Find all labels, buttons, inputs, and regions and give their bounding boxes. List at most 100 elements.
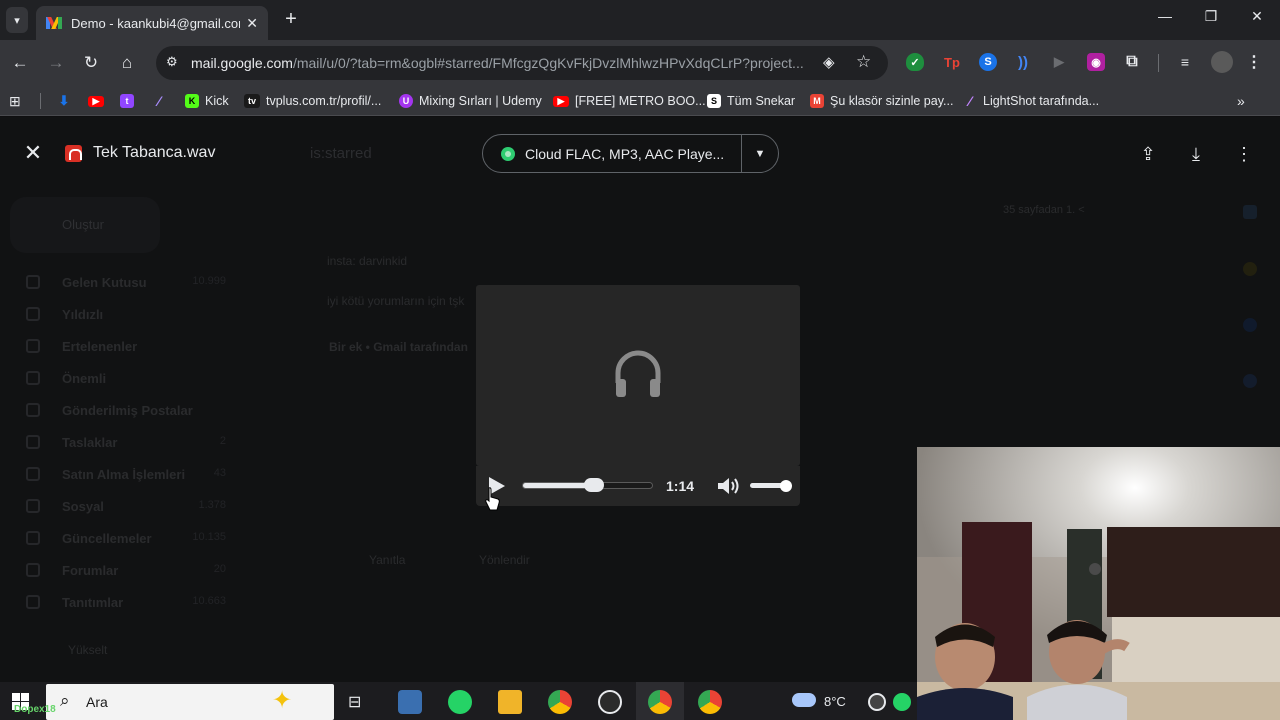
files-app-icon[interactable] xyxy=(398,690,422,714)
back-icon[interactable]: ← xyxy=(9,52,31,74)
snekar-icon: S xyxy=(707,94,721,108)
close-window-icon[interactable]: ✕ xyxy=(1245,8,1269,25)
mouse-cursor-icon xyxy=(485,487,500,511)
chrome-menu-icon[interactable]: ⋮ xyxy=(1245,53,1263,71)
bookmark-snekar[interactable]: S Tüm Snekar xyxy=(707,92,795,110)
streamer-watermark: Dopex18 xyxy=(14,704,56,715)
sidebar-item: Gelen Kutusu 10.999 xyxy=(62,275,226,290)
sidebar-item-icon xyxy=(26,435,40,449)
open-with-button[interactable]: Cloud FLAC, MP3, AAC Playe... ▼ xyxy=(482,134,779,173)
tp-extension-icon[interactable]: Tp xyxy=(943,53,961,71)
media-control-icon[interactable]: ≡ xyxy=(1176,53,1194,71)
sidebar-item: Tanıtımlar 10.663 xyxy=(62,595,226,610)
bookmark-star-icon[interactable]: ☆ xyxy=(856,52,871,72)
volume-icon[interactable] xyxy=(717,476,741,496)
more-bookmarks-icon[interactable]: » xyxy=(1237,92,1245,110)
chrome-active-icon[interactable] xyxy=(648,690,672,714)
volume-thumb[interactable] xyxy=(780,480,792,492)
sparkle-icon: ✦ xyxy=(272,687,293,714)
new-tab-button[interactable]: + xyxy=(280,8,302,30)
bookmark-twitch[interactable]: t xyxy=(120,92,140,110)
bookmark-label: Şu klasör sizinle pay... xyxy=(830,94,954,108)
download-icon[interactable]: ⤓ xyxy=(1184,142,1208,166)
sidebar-item-label: Sosyal xyxy=(62,499,104,514)
webcam-overlay xyxy=(917,447,1280,720)
bookmark-udemy[interactable]: U Mixing Sırları | Udemy xyxy=(399,92,542,110)
bookmark-feather[interactable]: ⁄ xyxy=(152,92,172,110)
seek-thumb[interactable] xyxy=(584,478,604,492)
bookmark-kick[interactable]: K Kick xyxy=(185,92,229,110)
forward-button: Yönlendir xyxy=(479,553,530,567)
bookmark-lightshot[interactable]: ⁄ LightShot tarafında... xyxy=(963,92,1099,110)
chrome-profile-icon[interactable] xyxy=(698,690,722,714)
bookmark-label: LightShot tarafında... xyxy=(983,94,1100,108)
audio-extension-icon[interactable]: )) xyxy=(1014,53,1032,71)
taskbar: ⌕ Ara ✦ ⊟ 8°C xyxy=(0,682,917,720)
youtube-icon: ▶ xyxy=(553,95,569,107)
address-bar[interactable]: ⚙ mail.google.com/mail/u/0/?tab=rm&ogbl#… xyxy=(156,46,888,80)
lens-icon[interactable]: ◈ xyxy=(823,53,835,71)
shield-extension-icon[interactable]: ✓ xyxy=(906,53,924,71)
close-viewer-icon[interactable]: ✕ xyxy=(22,142,44,164)
email-snippet: iyi kötü yorumların için tşk xyxy=(327,294,465,308)
sidebar-item-count: 20 xyxy=(213,563,226,575)
obs-icon[interactable] xyxy=(598,690,622,714)
tab-search-button[interactable]: ▾ xyxy=(6,7,28,33)
audio-player xyxy=(476,285,800,466)
sidebar-item-label: Taslaklar xyxy=(62,435,118,450)
bookmark-label: Tüm Snekar xyxy=(727,94,796,108)
add-to-drive-icon[interactable]: ⇪ xyxy=(1136,142,1160,166)
site-info-icon[interactable]: ⚙ xyxy=(166,54,178,70)
restore-icon[interactable]: ❐ xyxy=(1199,8,1223,25)
sidebar-item: Taslaklar 2 xyxy=(62,435,226,450)
chevron-down-icon[interactable]: ▼ xyxy=(742,148,778,160)
purple-extension-icon[interactable]: ◉ xyxy=(1087,53,1105,71)
file-explorer-icon[interactable] xyxy=(498,690,522,714)
shazam-extension-icon[interactable]: S xyxy=(979,53,997,71)
more-options-icon[interactable]: ⋮ xyxy=(1232,142,1256,166)
sidebar-item-count: 43 xyxy=(213,467,226,479)
sidebar-item-label: Yıldızlı xyxy=(62,307,104,322)
url-text[interactable]: mail.google.com/mail/u/0/?tab=rm&ogbl#st… xyxy=(191,55,816,71)
keep-icon xyxy=(1243,262,1257,276)
apps-grid-icon[interactable]: ⊞ xyxy=(9,92,21,110)
bookmark-tvplus[interactable]: tv tvplus.com.tr/profil/... xyxy=(244,92,381,110)
gmail-icon xyxy=(46,17,62,29)
screen: ▾ Demo - kaankubi4@gmail.com ✕ + — ❐ ✕ ←… xyxy=(0,0,1280,720)
sidebar-item-icon xyxy=(26,467,40,481)
tray-whatsapp-icon[interactable] xyxy=(893,693,911,711)
home-icon[interactable]: ⌂ xyxy=(116,52,138,74)
taskbar-search[interactable]: ⌕ Ara ✦ xyxy=(46,684,334,720)
reply-button: Yanıtla xyxy=(369,553,406,567)
tab-title: Demo - kaankubi4@gmail.com xyxy=(71,15,241,31)
sidebar-item-icon xyxy=(26,275,40,289)
extensions-puzzle-icon[interactable]: ⧉ xyxy=(1123,53,1141,71)
bookmarks-divider xyxy=(40,93,41,109)
whatsapp-icon[interactable] xyxy=(448,690,472,714)
webcam-feed-image xyxy=(917,447,1280,720)
tvplus-icon: tv xyxy=(244,94,260,108)
sidebar-item-label: Ertelenenler xyxy=(62,339,138,354)
bookmark-klasor[interactable]: M Şu klasör sizinle pay... xyxy=(810,92,953,110)
active-tab[interactable]: Demo - kaankubi4@gmail.com ✕ xyxy=(36,6,268,40)
bookmark-youtube[interactable]: ▶ xyxy=(88,92,110,110)
bookmark-label: Kick xyxy=(205,94,229,108)
youtube-icon: ▶ xyxy=(88,95,104,107)
email-subject: insta: darvinkid xyxy=(327,254,408,268)
play-extension-icon[interactable]: ▶ xyxy=(1050,53,1068,71)
bookmark-download[interactable]: ⬇ xyxy=(57,92,77,110)
upgrade-link: Yükselt xyxy=(68,643,108,657)
calendar-icon xyxy=(1243,205,1257,219)
tray-obs-icon[interactable] xyxy=(868,693,886,711)
reload-icon[interactable]: ↻ xyxy=(80,52,102,74)
minimize-icon[interactable]: — xyxy=(1153,8,1177,24)
chrome-icon[interactable] xyxy=(548,690,572,714)
gmail-search: is:starred xyxy=(310,145,372,162)
browser-toolbar: ← → ↻ ⌂ ⚙ mail.google.com/mail/u/0/?tab=… xyxy=(0,40,1280,86)
task-view-icon[interactable]: ⊟ xyxy=(348,692,361,712)
sidebar-item: Güncellemeler 10.135 xyxy=(62,531,226,546)
forward-icon[interactable]: → xyxy=(45,52,67,74)
close-tab-icon[interactable]: ✕ xyxy=(246,15,258,32)
bookmark-metro[interactable]: ▶ [FREE] METRO BOO... xyxy=(553,92,706,110)
profile-avatar[interactable] xyxy=(1211,51,1233,73)
